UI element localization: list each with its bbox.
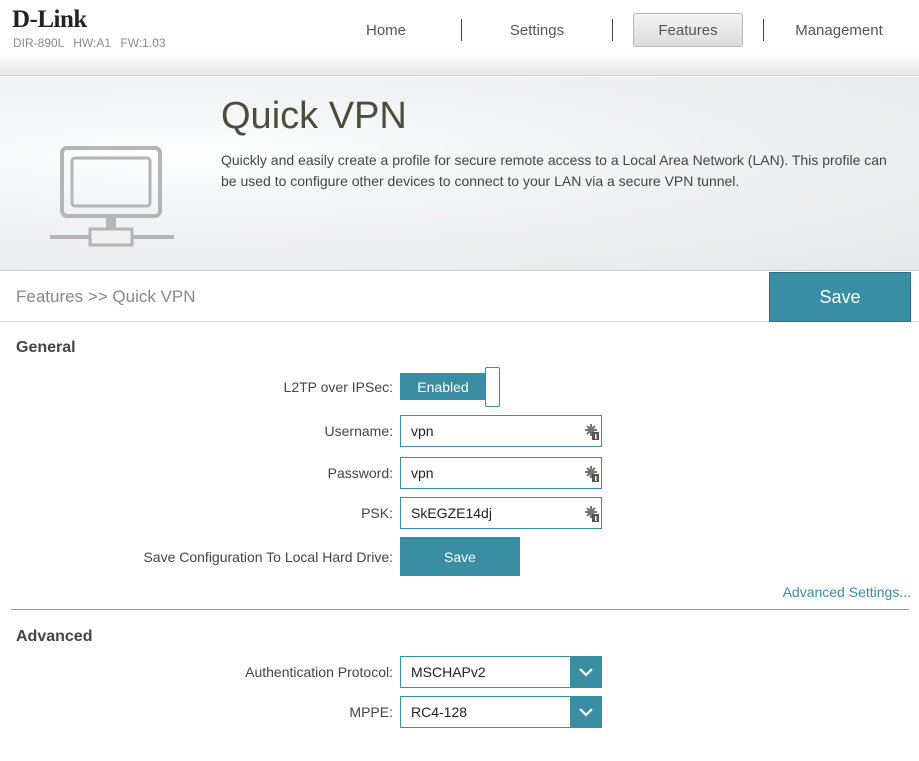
main-nav: Home Settings Features Management	[311, 13, 914, 47]
page-title: Quick VPN	[221, 95, 407, 137]
auth-protocol-dropdown-button[interactable]	[570, 657, 601, 687]
save-button[interactable]: Save	[769, 272, 911, 322]
network-monitor-icon	[50, 146, 174, 247]
nav-home[interactable]: Home	[311, 13, 461, 47]
chevron-down-icon	[578, 707, 593, 717]
chevron-down-icon	[578, 667, 593, 677]
gear-info-icon[interactable]	[585, 506, 599, 522]
password-label: Password:	[327, 465, 393, 481]
gear-info-icon[interactable]	[585, 424, 599, 440]
password-input[interactable]	[401, 458, 571, 488]
nav-features[interactable]: Features	[633, 13, 743, 47]
gear-info-icon[interactable]	[585, 466, 599, 482]
section-title-advanced: Advanced	[16, 628, 93, 645]
auth-protocol-label: Authentication Protocol:	[245, 664, 393, 680]
page-banner: Quick VPN Quickly and easily create a pr…	[0, 77, 919, 271]
hw-version: HW:A1	[73, 36, 112, 50]
l2tp-toggle[interactable]: Enabled	[400, 367, 500, 407]
page-description: Quickly and easily create a profile for …	[221, 152, 887, 189]
username-label: Username:	[324, 423, 393, 439]
l2tp-label: L2TP over IPSec:	[283, 379, 393, 395]
mppe-label: MPPE:	[349, 704, 393, 720]
brand-logo: D-Link	[12, 6, 87, 33]
section-divider	[11, 609, 909, 610]
advanced-settings-link[interactable]: Advanced Settings...	[783, 584, 911, 600]
nav-management[interactable]: Management	[764, 13, 914, 47]
breadcrumb-bar: Features >> Quick VPN Save	[0, 272, 919, 322]
model-name: DIR-890L	[13, 36, 64, 50]
mppe-select[interactable]: RC4-128	[400, 696, 602, 728]
fw-version: FW:1.03	[120, 36, 166, 50]
toggle-knob[interactable]	[485, 367, 500, 407]
username-input[interactable]	[401, 416, 571, 446]
psk-field	[400, 497, 602, 529]
nav-settings[interactable]: Settings	[462, 13, 612, 47]
nav-separator	[612, 19, 613, 41]
device-info: DIR-890L HW:A1 FW:1.03	[13, 36, 166, 50]
top-bar: D-Link DIR-890L HW:A1 FW:1.03 Home Setti…	[0, 0, 919, 76]
psk-input[interactable]	[401, 498, 571, 528]
psk-label: PSK:	[361, 505, 393, 521]
save-config-label: Save Configuration To Local Hard Drive:	[143, 549, 393, 565]
username-field	[400, 415, 602, 447]
auth-protocol-select[interactable]: MSCHAPv2	[400, 656, 602, 688]
toggle-state: Enabled	[400, 373, 486, 400]
section-title-general: General	[16, 339, 76, 356]
mppe-dropdown-button[interactable]	[570, 697, 601, 727]
save-config-button[interactable]: Save	[400, 537, 520, 576]
auth-protocol-value: MSCHAPv2	[411, 664, 486, 680]
mppe-value: RC4-128	[411, 704, 468, 720]
breadcrumb: Features >> Quick VPN	[16, 287, 196, 306]
password-field	[400, 457, 602, 489]
